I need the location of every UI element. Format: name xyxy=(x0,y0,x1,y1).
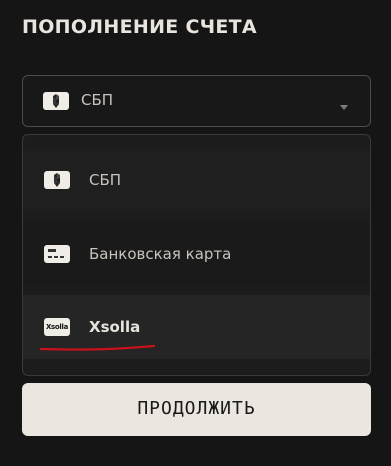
sbp-icon xyxy=(43,92,69,110)
option-label: Банковская карта xyxy=(89,245,232,263)
continue-button-label: ПРОДОЛЖИТЬ xyxy=(137,398,256,419)
bank-card-icon xyxy=(44,245,70,263)
highlight-underline xyxy=(40,344,156,351)
sbp-icon xyxy=(44,171,70,189)
continue-button[interactable]: ПРОДОЛЖИТЬ xyxy=(22,383,371,436)
xsolla-logo-text: Xsolla xyxy=(45,323,69,331)
selected-method-label: СБП xyxy=(81,91,114,109)
option-sbp[interactable]: СБП xyxy=(23,148,370,212)
deposit-panel: ПОПОЛНЕНИЕ СЧЕТА СБП СБП Банковская карт… xyxy=(0,0,391,466)
option-label: СБП xyxy=(89,171,122,189)
xsolla-logo-icon: Xsolla xyxy=(44,318,70,336)
option-bank-card[interactable]: Банковская карта xyxy=(23,222,370,286)
page-title: ПОПОЛНЕНИЕ СЧЕТА xyxy=(22,16,257,38)
option-label: Xsolla xyxy=(89,318,141,336)
payment-method-dropdown: СБП Банковская карта Xsolla Xsolla xyxy=(22,134,371,376)
payment-method-select[interactable]: СБП xyxy=(22,75,371,127)
chevron-down-icon[interactable] xyxy=(339,97,349,110)
